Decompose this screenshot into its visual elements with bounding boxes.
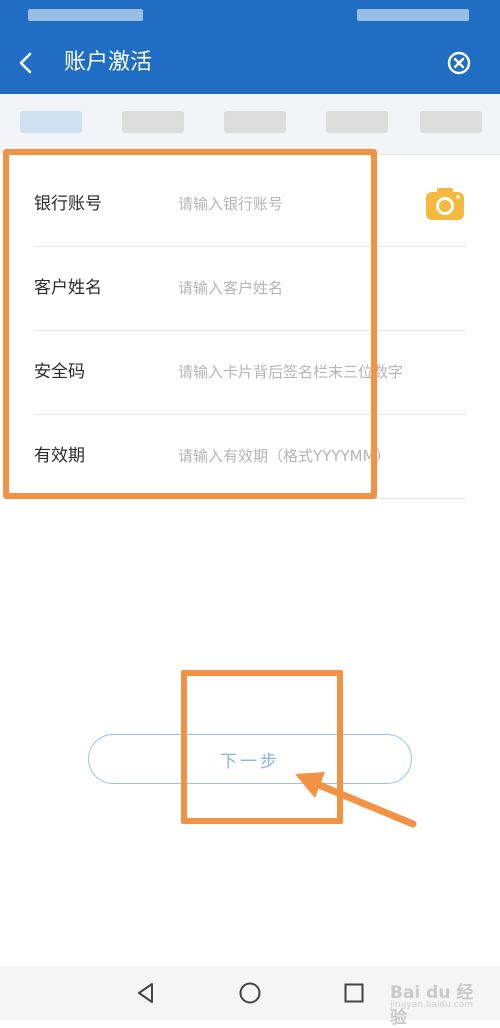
tab-blur-1[interactable] <box>20 111 82 133</box>
field-row-expiry: 有效期 <box>34 414 466 499</box>
status-bar <box>0 0 500 32</box>
camera-icon[interactable] <box>424 186 466 222</box>
field-row-security-code: 安全码 <box>34 330 466 415</box>
tab-strip <box>0 94 500 155</box>
field-label-account: 银行账号 <box>34 194 102 214</box>
tab-blur-4[interactable] <box>326 111 388 133</box>
chevron-left-icon[interactable] <box>14 50 40 76</box>
tab-blur-3[interactable] <box>224 111 286 133</box>
security-code-input[interactable] <box>178 356 438 388</box>
tab-blur-5[interactable] <box>420 111 482 133</box>
system-nav-bar <box>0 966 500 1020</box>
next-step-button[interactable]: 下一步 <box>88 734 412 784</box>
nav-home-icon[interactable] <box>237 980 263 1006</box>
app-header: 账户激活 <box>0 32 500 94</box>
customer-name-input[interactable] <box>178 272 428 304</box>
field-row-account: 银行账号 <box>34 162 466 247</box>
status-bar-right-blur <box>357 9 469 21</box>
field-label-security-code: 安全码 <box>34 362 85 382</box>
tab-blur-2[interactable] <box>122 111 184 133</box>
nav-back-icon[interactable] <box>133 980 159 1006</box>
field-label-expiry: 有效期 <box>34 446 85 466</box>
field-row-name: 客户姓名 <box>34 246 466 331</box>
nav-recents-icon[interactable] <box>341 980 367 1006</box>
page-title: 账户激活 <box>64 50 153 75</box>
status-bar-left-blur <box>28 9 143 21</box>
close-circle-icon[interactable] <box>446 50 472 76</box>
field-label-name: 客户姓名 <box>34 278 102 298</box>
account-number-input[interactable] <box>178 188 428 220</box>
expiry-date-input[interactable] <box>178 440 438 472</box>
